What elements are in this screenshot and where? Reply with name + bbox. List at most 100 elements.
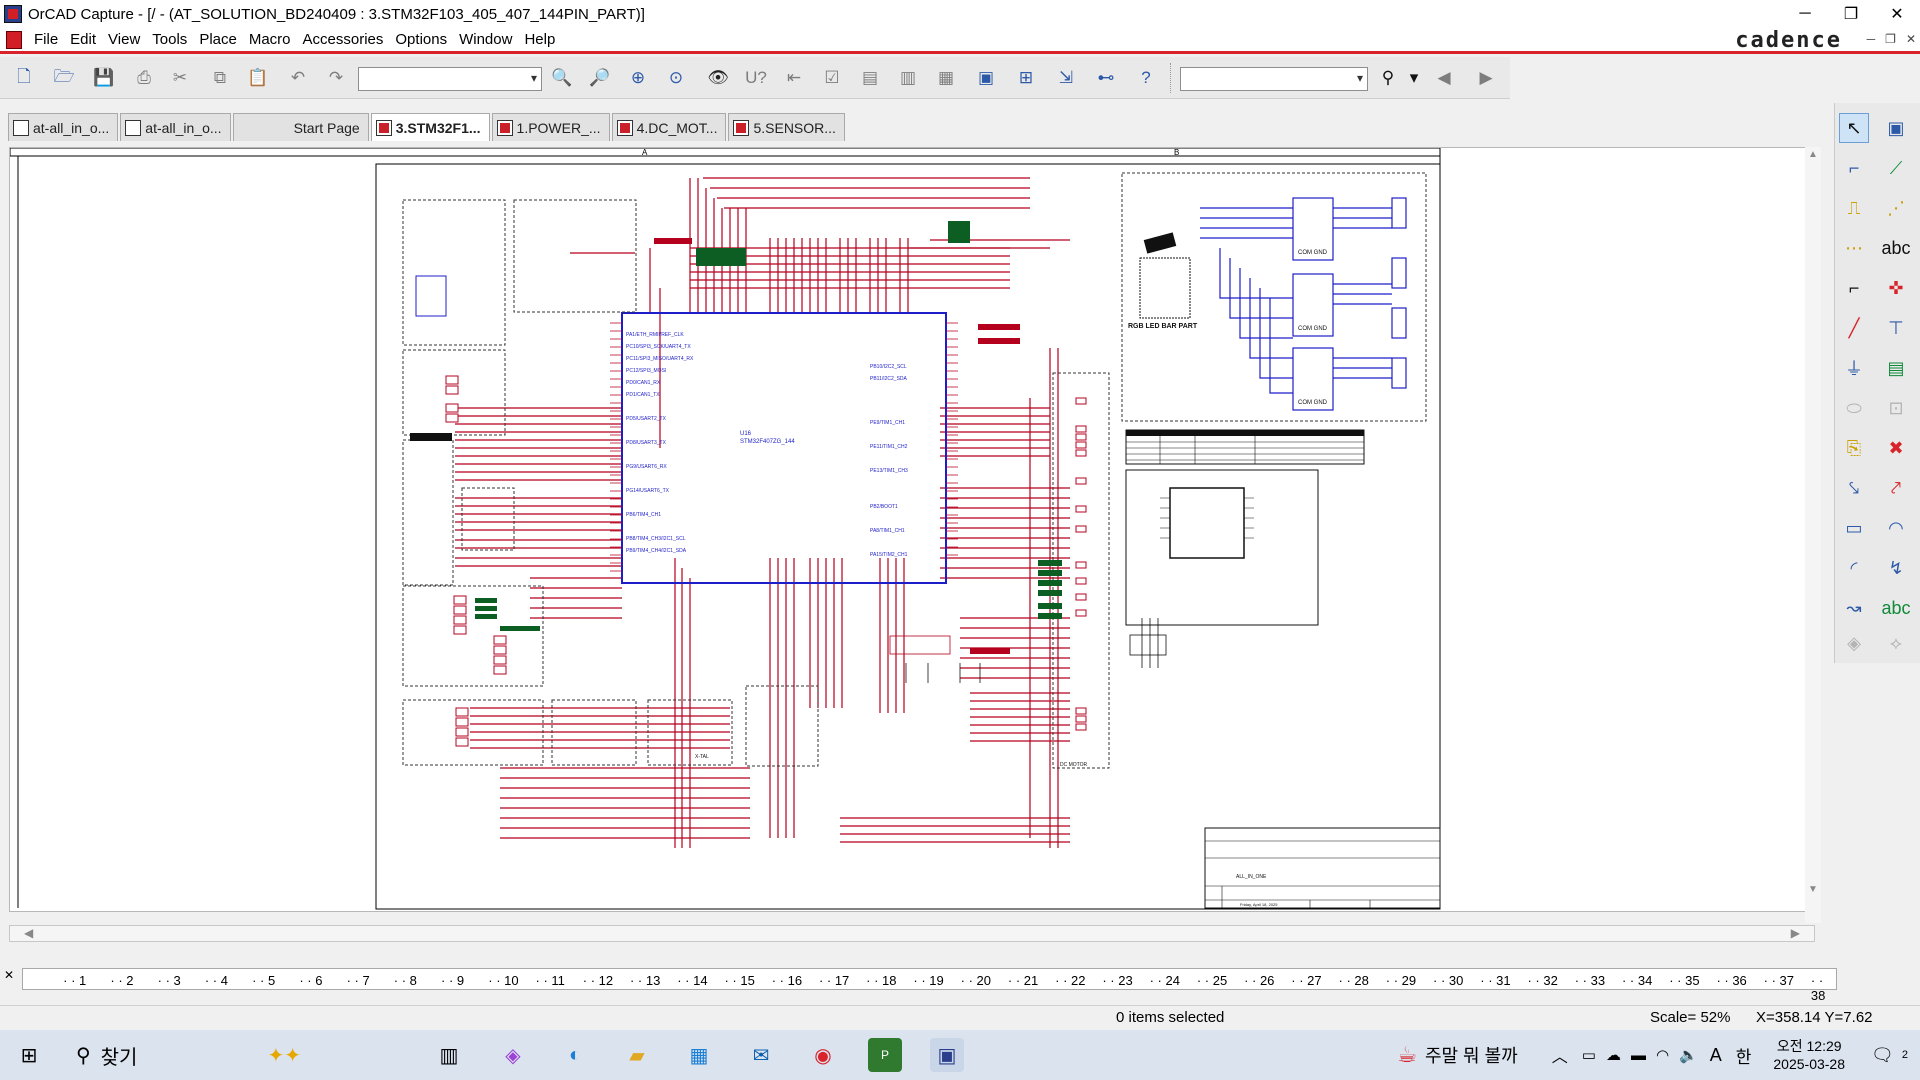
open-icon[interactable]: 🗁 — [52, 66, 76, 90]
polyline-icon[interactable]: ⤤ — [1881, 473, 1911, 503]
chrome-icon[interactable]: ◉ — [806, 1038, 840, 1072]
save-icon[interactable]: 💾 — [92, 66, 116, 90]
scroll-left-icon[interactable]: ◀ — [24, 926, 33, 940]
previous-icon[interactable]: ◀ — [1432, 66, 1456, 90]
windows-start-icon[interactable]: ⊞ — [12, 1038, 46, 1072]
tab-dc-motor[interactable]: 4.DC_MOT... — [611, 113, 727, 141]
tab-power[interactable]: 1.POWER_... — [491, 113, 610, 141]
bezier-icon[interactable]: ↯ — [1881, 553, 1911, 583]
net-alias-icon[interactable]: ⟋ — [1881, 153, 1911, 183]
menu-edit[interactable]: Edit — [68, 31, 106, 48]
restore-button[interactable]: ❐ — [1828, 0, 1874, 28]
edge-icon[interactable]: ◐ — [558, 1038, 592, 1072]
taskbar-search[interactable]: ⚲ 찾기 ✦✦ — [60, 1038, 420, 1072]
scroll-down-icon[interactable]: ▼ — [1808, 884, 1818, 895]
binoculars-icon[interactable]: ⚲ — [1376, 66, 1400, 90]
menu-place[interactable]: Place — [197, 31, 247, 48]
annotate-icon[interactable]: U? — [744, 66, 768, 90]
menu-view[interactable]: View — [106, 31, 150, 48]
text-icon[interactable]: ↝ — [1839, 593, 1869, 623]
bom-icon[interactable]: ▦ — [934, 66, 958, 90]
menu-accessories[interactable]: Accessories — [301, 31, 394, 48]
net-label-icon[interactable]: abc — [1881, 233, 1911, 263]
hier-pin-icon[interactable]: ⊡ — [1881, 393, 1911, 423]
menu-macro[interactable]: Macro — [247, 31, 301, 48]
cloud-icon[interactable]: ☁ — [1606, 1046, 1621, 1064]
notification-icon[interactable]: 🗨 — [1871, 1045, 1894, 1066]
new-icon[interactable]: 🗋 — [12, 66, 36, 90]
copilot-icon[interactable]: ◈ — [496, 1038, 530, 1072]
paste-icon[interactable]: 📋 — [246, 66, 270, 90]
ruler-close-icon[interactable]: ✕ — [4, 968, 20, 990]
part-combo[interactable]: ▾ — [358, 67, 542, 91]
ground-icon[interactable]: ⏚ — [1839, 353, 1869, 383]
ipc-icon[interactable]: ⟡ — [1881, 628, 1911, 658]
mdi-close-button[interactable]: ✕ — [1906, 32, 1916, 46]
ime-indicator[interactable]: 한 — [1736, 1043, 1752, 1068]
chevron-down-icon[interactable]: ▾ — [531, 71, 537, 85]
place-part-icon[interactable]: ▣ — [1881, 113, 1911, 143]
hierarchical-block-icon[interactable]: ▤ — [1881, 353, 1911, 383]
store-icon[interactable]: ▦ — [682, 1038, 716, 1072]
horizontal-scrollbar[interactable]: ◀ ▶ — [9, 925, 1815, 942]
offpage-connector-icon[interactable]: ⎘ — [1839, 433, 1869, 463]
crossref-icon[interactable]: ▥ — [896, 66, 920, 90]
cut-icon[interactable]: ✂ — [168, 66, 192, 90]
chevron-down-icon[interactable]: ▾ — [1357, 71, 1363, 85]
eye-icon[interactable]: 👁 — [706, 66, 730, 90]
pen-icon[interactable]: ╱ — [1839, 313, 1869, 343]
scroll-up-icon[interactable]: ▲ — [1808, 149, 1818, 160]
undo-icon[interactable]: ↶ — [286, 66, 310, 90]
task-view-icon[interactable]: ▥ — [432, 1038, 466, 1072]
back-annotate-icon[interactable]: ⇤ — [782, 66, 806, 90]
tab-all-in-one-1[interactable]: at-all_in_o... — [8, 113, 119, 141]
line-icon[interactable]: ⤥ — [1839, 473, 1869, 503]
clock[interactable]: 오전 12:29 2025-03-28 — [1773, 1037, 1845, 1073]
tab-all-in-one-2[interactable]: at-all_in_o... — [120, 113, 231, 141]
close-button[interactable]: ✕ — [1874, 0, 1920, 28]
pads-icon[interactable]: P — [868, 1038, 902, 1072]
help-icon[interactable]: ? — [1134, 66, 1158, 90]
menu-help[interactable]: Help — [522, 31, 565, 48]
offpage-icon[interactable]: ⬭ — [1839, 393, 1869, 423]
scroll-right-icon[interactable]: ▶ — [1791, 926, 1800, 940]
mdi-minimize-button[interactable]: ─ — [1867, 32, 1876, 46]
font-icon[interactable]: A — [1710, 1045, 1722, 1066]
print-icon[interactable]: ⎙ — [132, 66, 156, 90]
document-icon[interactable] — [6, 30, 22, 49]
tab-stm32[interactable]: 3.STM32F1... — [370, 113, 490, 141]
orcad-app-icon[interactable] — [4, 5, 22, 23]
tray-chevron-up-icon[interactable]: ︿ — [1552, 1043, 1568, 1067]
arc-icon[interactable]: ◜ — [1839, 553, 1869, 583]
wifi-icon[interactable]: ◠ — [1656, 1046, 1669, 1064]
add-text-icon[interactable]: abc — [1881, 593, 1911, 623]
drc-icon[interactable]: ☑ — [820, 66, 844, 90]
zoom-out-icon[interactable]: 🔎 — [588, 66, 612, 90]
mdi-restore-button[interactable]: ❐ — [1885, 32, 1896, 46]
file-explorer-icon[interactable]: ▰ — [620, 1038, 654, 1072]
select-tool-icon[interactable]: ↖ — [1839, 113, 1869, 143]
picture-icon[interactable]: ◈ — [1839, 628, 1869, 658]
next-icon[interactable]: ▶ — [1474, 66, 1498, 90]
volume-icon[interactable]: 🔈 — [1679, 1046, 1698, 1064]
junction-icon[interactable]: ⋯ — [1839, 233, 1869, 263]
search-combo[interactable]: ▾ — [1180, 67, 1368, 91]
copy-icon[interactable]: ⧉ — [208, 66, 232, 90]
menu-file[interactable]: File — [32, 31, 68, 48]
menu-tools[interactable]: Tools — [150, 31, 197, 48]
area-select-icon[interactable]: ⊞ — [1014, 66, 1038, 90]
tab-sensor[interactable]: 5.SENSOR... — [728, 113, 845, 141]
battery-icon[interactable]: ▬ — [1631, 1047, 1646, 1064]
outlook-icon[interactable]: ✉ — [744, 1038, 778, 1072]
schematic-canvas[interactable]: A B PA1/ETH_RMII/REF_CLK PC10/SPI3_SCK/U… — [9, 147, 1815, 912]
bus-entry-icon[interactable]: ⋰ — [1881, 193, 1911, 223]
bus-icon[interactable]: ⎍ — [1839, 193, 1869, 223]
menu-options[interactable]: Options — [393, 31, 457, 48]
project-manager-icon[interactable]: ⊷ — [1094, 66, 1118, 90]
minimize-button[interactable]: ─ — [1782, 0, 1828, 28]
device-icon[interactable]: ▭ — [1582, 1046, 1596, 1064]
menu-window[interactable]: Window — [457, 31, 522, 48]
no-connect-icon[interactable]: ✜ — [1881, 273, 1911, 303]
snap-grid-icon[interactable]: ▣ — [974, 66, 998, 90]
redo-icon[interactable]: ↷ — [324, 66, 348, 90]
